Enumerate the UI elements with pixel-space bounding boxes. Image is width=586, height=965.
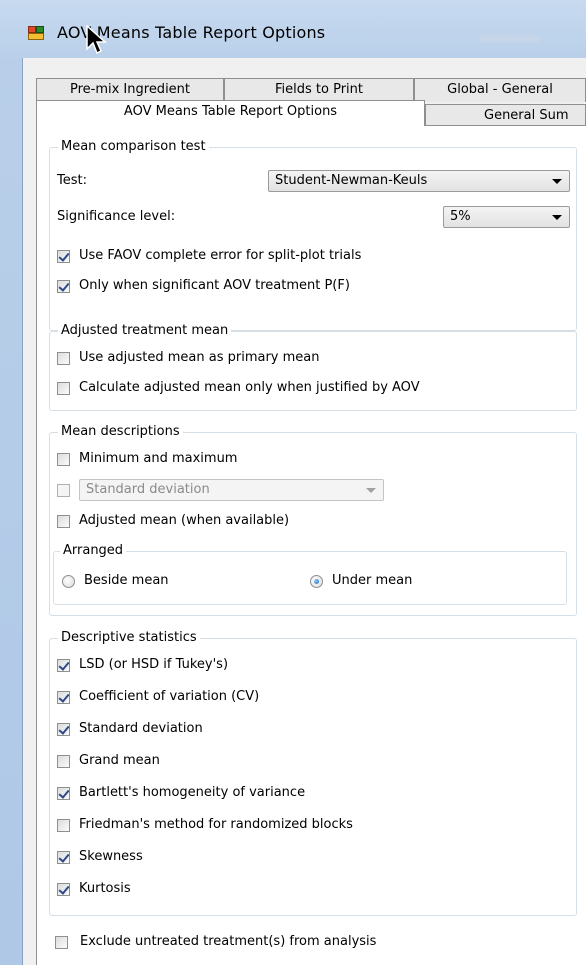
bartlett-checkbox[interactable] xyxy=(57,787,70,800)
group-title: Arranged xyxy=(60,543,127,559)
beside-mean-label: Beside mean xyxy=(84,573,169,588)
std-dev-select-value: Standard deviation xyxy=(86,482,210,497)
grand-mean-checkbox[interactable] xyxy=(57,755,70,768)
exclude-untreated-checkbox[interactable] xyxy=(55,936,68,949)
friedman-checkbox[interactable] xyxy=(57,819,70,832)
test-select[interactable]: Student-Newman-Keuls xyxy=(268,170,570,192)
only-significant-label: Only when significant AOV treatment P(F) xyxy=(79,278,350,293)
group-title: Mean comparison test xyxy=(58,139,209,155)
title-bar[interactable]: AOV Means Table Report Options xyxy=(0,0,586,60)
under-mean-label: Under mean xyxy=(332,573,413,588)
significance-select[interactable]: 5% xyxy=(443,206,570,228)
beside-mean-radio[interactable] xyxy=(62,575,75,588)
std-dev-select[interactable]: Standard deviation xyxy=(79,479,384,501)
group-title: Descriptive statistics xyxy=(58,630,200,646)
grand-mean-label: Grand mean xyxy=(79,753,160,768)
exclude-untreated-label: Exclude untreated treatment(s) from anal… xyxy=(80,934,377,949)
skewness-label: Skewness xyxy=(79,849,143,864)
significance-label: Significance level: xyxy=(57,209,176,224)
mouse-cursor-icon xyxy=(86,25,107,55)
only-significant-checkbox[interactable] xyxy=(57,280,70,293)
test-select-value: Student-Newman-Keuls xyxy=(275,173,428,188)
group-title: Mean descriptions xyxy=(58,424,183,440)
significance-select-value: 5% xyxy=(450,209,471,224)
tab-global-general[interactable]: Global - General xyxy=(414,78,586,102)
std-deviation-label: Standard deviation xyxy=(79,721,203,736)
adjusted-primary-checkbox[interactable] xyxy=(57,352,70,365)
minmax-checkbox[interactable] xyxy=(57,453,70,466)
adjusted-justified-checkbox[interactable] xyxy=(57,382,70,395)
lsd-checkbox[interactable] xyxy=(57,659,70,672)
group-descriptive-statistics: Descriptive statistics LSD (or HSD if Tu… xyxy=(49,630,577,916)
kurtosis-checkbox[interactable] xyxy=(57,883,70,896)
window-frame: AOV Means Table Report Options Pre-mix I… xyxy=(0,0,586,965)
faov-checkbox[interactable] xyxy=(57,250,70,263)
chevron-down-icon xyxy=(366,488,376,493)
std-deviation-checkbox[interactable] xyxy=(57,723,70,736)
title-ghost xyxy=(480,35,540,43)
faov-label: Use FAOV complete error for split-plot t… xyxy=(79,248,362,263)
group-arranged: Arranged Beside mean Under mean xyxy=(53,543,567,605)
bartlett-label: Bartlett's homogeneity of variance xyxy=(79,785,306,800)
lsd-label: LSD (or HSD if Tukey's) xyxy=(79,657,229,672)
tab-aov-means-table-report-options[interactable]: AOV Means Table Report Options xyxy=(36,100,425,126)
minmax-label: Minimum and maximum xyxy=(79,451,238,466)
app-icon xyxy=(28,26,44,40)
group-mean-descriptions: Mean descriptions Minimum and maximum St… xyxy=(49,424,577,616)
adjusted-available-label: Adjusted mean (when available) xyxy=(79,513,290,528)
cv-checkbox[interactable] xyxy=(57,691,70,704)
kurtosis-label: Kurtosis xyxy=(79,881,131,896)
tab-panel: Mean comparison test Test: Student-Newma… xyxy=(36,125,586,965)
adjusted-available-checkbox[interactable] xyxy=(57,515,70,528)
adjusted-justified-label: Calculate adjusted mean only when justif… xyxy=(79,380,420,395)
test-label: Test: xyxy=(57,173,87,188)
group-adjusted-mean: Adjusted treatment mean Use adjusted mea… xyxy=(49,323,577,411)
under-mean-radio[interactable] xyxy=(310,575,323,588)
tab-premix-ingredient[interactable]: Pre-mix Ingredient xyxy=(36,78,224,102)
chevron-down-icon xyxy=(552,179,562,184)
std-dev-checkbox[interactable] xyxy=(57,484,70,497)
cv-label: Coefficient of variation (CV) xyxy=(79,689,260,704)
skewness-checkbox[interactable] xyxy=(57,851,70,864)
group-title: Adjusted treatment mean xyxy=(58,323,232,339)
friedman-label: Friedman's method for randomized blocks xyxy=(79,817,353,832)
tab-fields-to-print[interactable]: Fields to Print xyxy=(224,78,414,102)
adjusted-primary-label: Use adjusted mean as primary mean xyxy=(79,350,320,365)
chevron-down-icon xyxy=(552,215,562,220)
group-mean-comparison: Mean comparison test Test: Student-Newma… xyxy=(49,139,577,331)
